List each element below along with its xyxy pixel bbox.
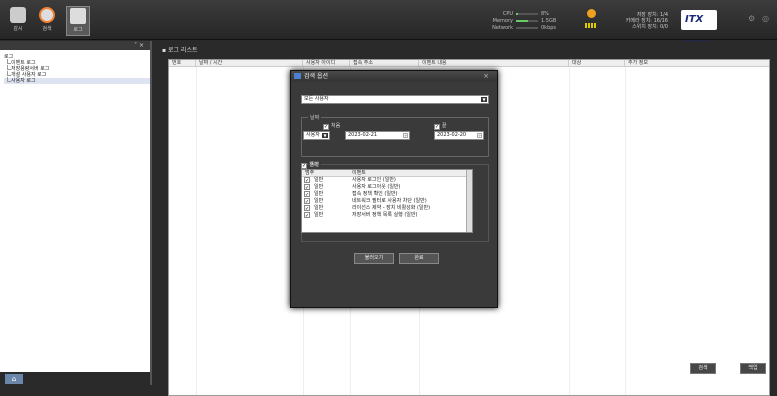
- end-date-toggle[interactable]: ✓ 끝: [434, 122, 447, 130]
- list-item[interactable]: ✓ 일반 네트워크 필터로 사용자 차단 (일반): [302, 198, 472, 205]
- list-item[interactable]: ✓ 일반 사용자 로그인 (일반): [302, 177, 472, 184]
- cpu-bar: [516, 12, 518, 15]
- range-type-select[interactable]: 사용자 ▼: [303, 131, 330, 140]
- network-stat: Network 0kbps: [492, 24, 557, 31]
- chevron-down-icon: ▼: [322, 133, 328, 138]
- ok-button[interactable]: 완료: [399, 253, 439, 264]
- backup-button[interactable]: 백업: [740, 363, 766, 374]
- col-user-id[interactable]: 사용자 아이디: [303, 60, 350, 67]
- search-clock-icon: [39, 7, 55, 23]
- date-group: 날짜 ✓ 처음 ✓ 끝 사용자 ▼ 2023-02-21 ÷ 2023-02-20 ÷: [301, 114, 489, 157]
- info-icon[interactable]: ◎: [762, 14, 769, 23]
- col-number[interactable]: 번호: [169, 60, 196, 67]
- col-extra[interactable]: 추가 정보: [625, 60, 771, 67]
- col-event[interactable]: 이벤트 내용: [419, 60, 569, 67]
- page-title: ▪ 로그 리스트: [162, 47, 198, 54]
- tree-item-user-log[interactable]: 사용자 로그: [4, 77, 150, 84]
- end-date-field[interactable]: 2023-02-20 ÷: [434, 131, 484, 140]
- log-icon: [70, 8, 86, 24]
- dialog-title: 검색 옵션: [291, 71, 497, 82]
- dialog-icon: [294, 73, 301, 79]
- collapse-close-icons[interactable]: ˅ ×: [134, 42, 144, 49]
- log-button[interactable]: 로그: [66, 6, 90, 36]
- table-header: 번호 날짜 / 시간 사용자 아이디 접속 주소 이벤트 내용 대상 추가 정보: [169, 60, 769, 67]
- event-list-scrollbar[interactable]: [466, 170, 472, 232]
- system-stats: CPU 8% Memory 1.5GB Network 0kbps: [492, 10, 570, 31]
- connection-status: 저장 장치: 1/4 카메라 장치: 16/16 스위치 장치: 0/0: [625, 12, 668, 30]
- sidebar: ˅ × 로그 이벤트 로그 저장용량서버 로그 개설 사용자 로그 사용자 로그…: [0, 41, 152, 385]
- top-toolbar: 감시 검색 로그 CPU 8% Memory 1.5GB Network 0kb…: [0, 0, 777, 43]
- close-icon[interactable]: ×: [483, 72, 489, 80]
- start-date-toggle[interactable]: ✓ 처음: [323, 122, 340, 130]
- list-item[interactable]: ✓ 일반 저장서버 정책 목록 실행 (일반): [302, 212, 472, 219]
- col-datetime[interactable]: 날짜 / 시간: [196, 60, 303, 67]
- home-icon[interactable]: ⌂: [5, 374, 23, 384]
- chevron-down-icon: ▼: [481, 97, 487, 102]
- user-signal-icon: [584, 9, 598, 31]
- spinner-icon[interactable]: ÷: [477, 133, 482, 138]
- spinner-icon[interactable]: ÷: [403, 133, 408, 138]
- sidebar-header: ˅ ×: [0, 41, 150, 50]
- search-button[interactable]: 검색: [35, 6, 59, 36]
- event-list: 범주 이벤트 ✓ 일반 사용자 로그인 (일반) ✓ 일반 사용자 로그아웃 (일반) …: [301, 169, 473, 233]
- event-list-header: 범주 이벤트: [302, 170, 472, 177]
- search-log-button[interactable]: 검색: [690, 363, 716, 374]
- col-target[interactable]: 대상: [569, 60, 625, 67]
- cpu-stat: CPU 8%: [502, 10, 549, 17]
- list-item[interactable]: ✓ 일반 접속 정책 확인 (일반): [302, 191, 472, 198]
- search-options-dialog: 검색 옵션 × 모든 사용자 ▼ 날짜 ✓ 처음 ✓ 끝 사용자 ▼ 2023-02-2…: [290, 70, 498, 308]
- monitor-icon: [10, 7, 26, 23]
- memory-bar: [516, 19, 529, 22]
- monitor-button[interactable]: 감시: [6, 6, 30, 36]
- user-filter-select[interactable]: 모든 사용자 ▼: [301, 95, 489, 104]
- brand-logo: ITX TECHNOLOGY: [681, 10, 717, 43]
- col-address[interactable]: 접속 주소: [350, 60, 419, 67]
- log-tree: 로그 이벤트 로그 저장용량서버 로그 개설 사용자 로그 사용자 로그: [0, 50, 150, 84]
- list-item[interactable]: ✓ 일반 사용자 로그아웃 (일반): [302, 184, 472, 191]
- load-button[interactable]: 불러오기: [354, 253, 394, 264]
- start-date-field[interactable]: 2023-02-21 ÷: [345, 131, 410, 140]
- memory-stat: Memory 1.5GB: [492, 17, 557, 24]
- list-item[interactable]: ✓ 일반 라이선스 제약 - 장치 비활성화 (일반): [302, 205, 472, 212]
- gear-icon[interactable]: ⚙: [748, 14, 755, 23]
- select-all-checkbox[interactable]: ✓ 전체: [301, 161, 318, 169]
